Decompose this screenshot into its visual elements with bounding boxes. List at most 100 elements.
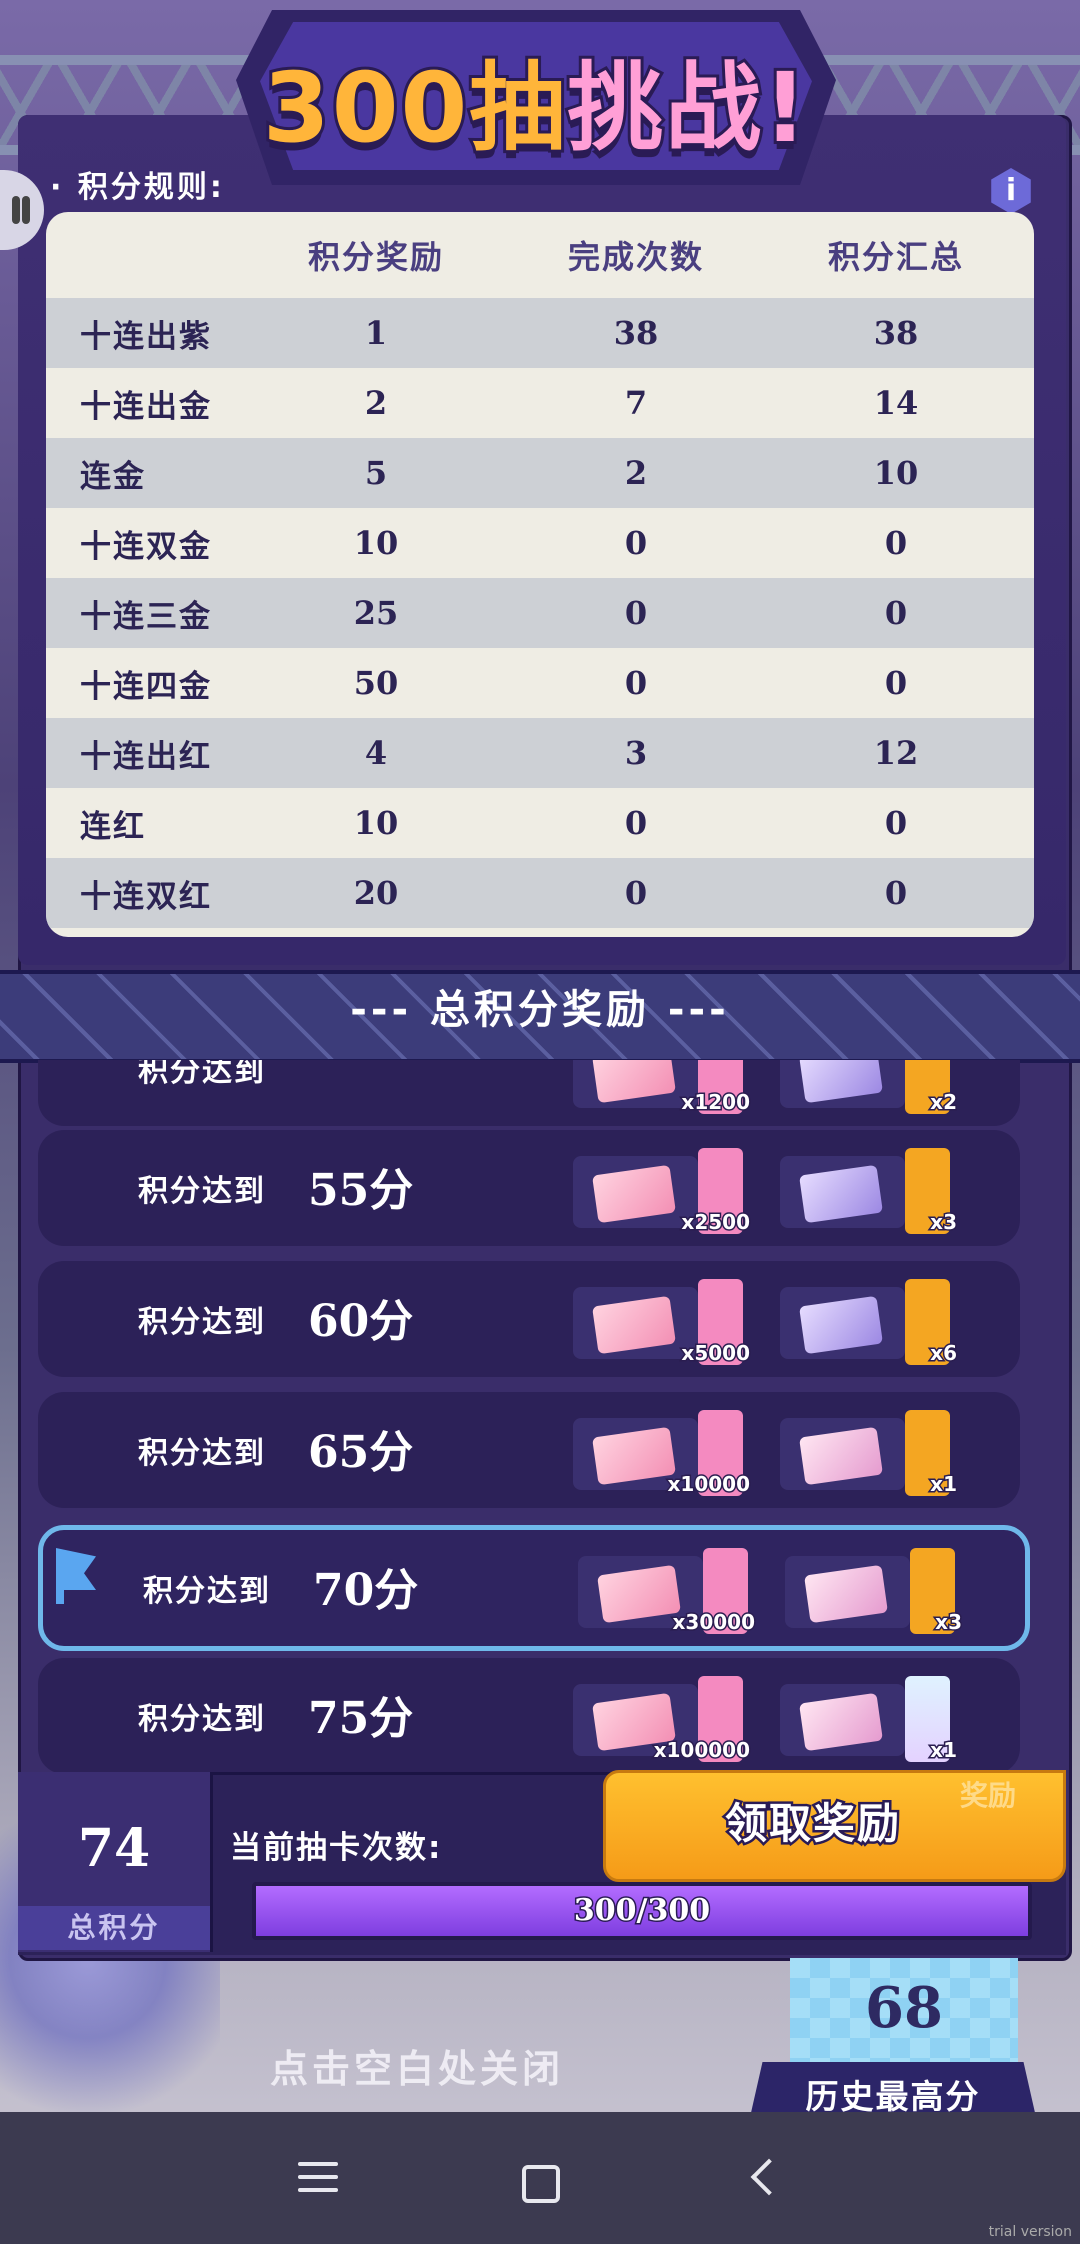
table-row-label: 十连出紫 [80,318,212,355]
reward-list[interactable]: 积分达到 x1200 x2 积分达到 55分 x2500 x3 积分达到 60分 x5000 x6 积… [38,1060,1038,1780]
reward-item-card[interactable]: x6 [780,1279,959,1367]
table-cell: 0 [624,874,648,912]
table-row-label: 十连三金 [80,598,212,635]
card-ticket-icon [799,1295,883,1355]
reward-item-card[interactable]: x1 [780,1676,958,1764]
reward-threshold-label: 积分达到 [138,1174,266,1209]
ticket-bg [780,1684,905,1756]
reward-item-card[interactable]: x2 [780,1060,959,1116]
history-best-label: 历史最高分 [805,2077,981,2116]
reward-row[interactable]: 积分达到 75分 x100000 x1 [38,1658,1020,1774]
ticket-bg [780,1156,905,1228]
reward-threshold-score: 60分 [308,1296,414,1347]
table-cell: 0 [884,804,908,842]
reward-item-coupon[interactable]: x2500 [573,1148,751,1236]
title-main: 300抽 [260,49,568,167]
table-cell: 0 [884,664,908,702]
page-title: 300抽挑战! [236,30,836,169]
reward-threshold-label: 积分达到 [138,1436,266,1471]
watermark: trial version [988,2224,1072,2240]
reward-item-coupon[interactable]: x30000 [578,1548,757,1636]
ticket-bg [573,1060,698,1108]
reward-threshold-label: 积分达到 [138,1305,266,1340]
table-cell: 10 [873,454,919,492]
reward-item-coupon[interactable]: x100000 [573,1676,752,1764]
table-header: 积分奖励 完成次数 积分汇总 [46,212,1034,298]
reward-item-card[interactable]: x3 [780,1148,959,1236]
card-ticket-icon [804,1564,888,1624]
table-cell: 0 [624,804,648,842]
cat-ticket-icon [592,1060,676,1104]
reward-count: x2 [929,1089,959,1116]
reward-count: x100000 [652,1737,751,1764]
table-row: 十连三金 25 0 0 [46,578,1034,648]
reward-count: x1 [929,1471,959,1498]
reward-count: x6 [929,1340,959,1367]
table-row: 十连出紫 1 38 38 [46,298,1034,368]
table-cell: 10 [353,804,399,842]
table-cell: 0 [884,594,908,632]
reward-count: x1200 [680,1089,752,1116]
progress-text: 300/300 [572,1892,711,1930]
reward-count: x5000 [680,1340,752,1367]
home-icon[interactable] [522,2165,560,2203]
table-row-label: 十连出红 [80,738,212,775]
section-title: --- 总积分奖励 --- [350,987,730,1033]
table-header-cell: 积分奖励 [307,238,444,276]
table-row: 十连出红 4 3 12 [46,718,1034,788]
reward-row[interactable]: 积分达到 x1200 x2 [38,1060,1020,1126]
ticket-bg [780,1287,905,1359]
table-row: 十连双红 20 0 0 [46,858,1034,928]
reward-threshold-score: 75分 [308,1693,414,1744]
table-header-cell: 积分汇总 [827,238,964,276]
menu-icon[interactable] [298,2162,338,2202]
cat-ticket-icon [592,1426,676,1486]
ticket-bg [573,1287,698,1359]
table-row: 十连双金 10 0 0 [46,508,1034,578]
reward-row[interactable]: 积分达到 70分 x30000 x3 [38,1525,1030,1651]
cat-ticket-icon [592,1164,676,1224]
table-body: 十连出紫 1 38 38 十连出金 2 7 14 连金 5 2 10 十连双金 10 0 0 十连三金 25 0 0 十… [46,298,1034,928]
score-rules-table: 积分奖励 完成次数 积分汇总 十连出紫 1 38 38 十连出金 2 7 14 连金 5 2 10 十连… [46,212,1034,937]
table-row-label: 十连双红 [80,878,212,915]
table-cell: 0 [624,664,648,702]
table-cell: 2 [364,384,388,422]
reward-item-coupon[interactable]: x5000 [573,1279,752,1367]
table-row: 十连四金 50 0 0 [46,648,1034,718]
table-row-label: 连金 [80,458,146,495]
cat-ticket-icon [592,1295,676,1355]
ticket-bg [780,1418,905,1490]
reward-item-coupon[interactable]: x1200 [573,1060,752,1116]
table-row-label: 连红 [80,808,146,845]
table-cell: 3 [624,734,648,772]
table-row: 连金 5 2 10 [46,438,1034,508]
table-cell: 38 [613,314,659,352]
table-cell: 0 [884,524,908,562]
table-cell: 0 [624,524,648,562]
table-header-cell: 完成次数 [567,238,704,276]
reward-item-card[interactable]: x3 [785,1548,964,1636]
card-ticket-icon [799,1164,883,1224]
reward-row[interactable]: 积分达到 55分 x2500 x3 [38,1130,1020,1246]
total-score-label: 总积分 [18,1906,210,1950]
reward-threshold-score: 65分 [308,1427,414,1478]
reward-count: x3 [934,1609,964,1636]
ticket-bg [785,1556,910,1628]
table-row: 十连出金 2 7 14 [46,368,1034,438]
reward-item-coupon[interactable]: x10000 [573,1410,752,1498]
draw-count-label: 当前抽卡次数: [230,1830,443,1866]
table-cell: 25 [353,594,399,632]
reward-threshold-score: 55分 [308,1165,414,1216]
rules-label: · 积分规则: [50,170,225,205]
draw-progress-bar: 300/300 [252,1882,1032,1940]
history-best-value: 68 [865,1975,943,2041]
reward-row[interactable]: 积分达到 65分 x10000 x1 [38,1392,1020,1508]
reward-row[interactable]: 积分达到 60分 x5000 x6 [38,1261,1020,1377]
reward-count: x3 [929,1209,959,1236]
ticket-bg [780,1060,905,1108]
reward-item-card[interactable]: x1 [780,1410,959,1498]
reward-count: x10000 [666,1471,752,1498]
table-cell: 20 [353,874,399,912]
table-cell: 5 [364,454,388,492]
table-cell: 0 [624,594,648,632]
